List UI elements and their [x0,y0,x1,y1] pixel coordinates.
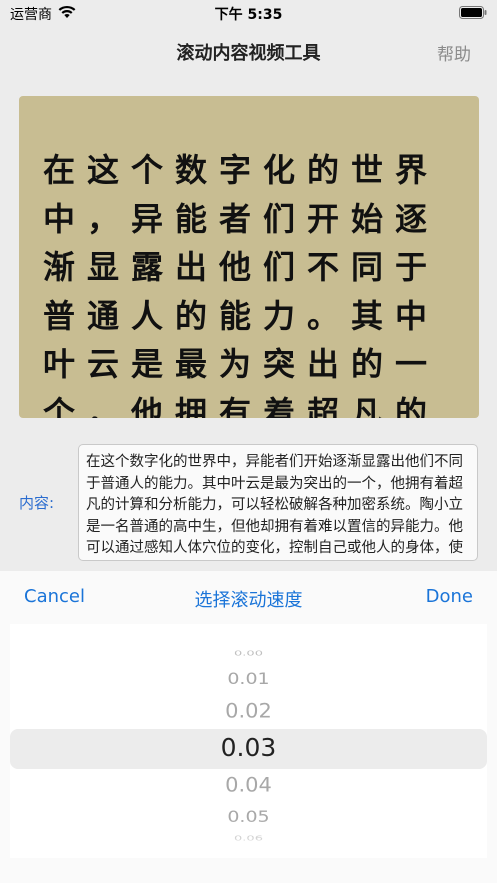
picker-option-selected[interactable]: 0.03 [10,733,487,762]
preview-text: 在这个数字化的世界中，异能者们开始逐渐显露出他们不同于普通人的能力。其中叶云是最… [43,151,440,418]
scroll-preview: 在这个数字化的世界中，异能者们开始逐渐显露出他们不同于普通人的能力。其中叶云是最… [19,96,479,418]
content-textarea[interactable]: 在这个数字化的世界中，异能者们开始逐渐显露出他们不同于普通人的能力。其中叶云是最… [78,444,478,561]
picker-option[interactable]: 0.02 [10,700,487,723]
picker-option[interactable]: 0.01 [10,670,487,689]
picker-fade-top [10,624,487,664]
picker-title: 选择滚动速度 [194,590,303,611]
battery-icon [459,6,487,19]
picker-toolbar: Cancel 选择滚动速度 Done [0,571,497,625]
navigation-bar: 滚动内容视频工具 帮助 [0,26,497,76]
content-label: 内容: [19,494,55,512]
speed-picker-wheel[interactable]: 0.000.010.020.030.040.050.06 [10,624,487,858]
picker-option[interactable]: 0.04 [10,774,487,797]
page-title: 滚动内容视频工具 [176,43,321,64]
status-time: 下午 5:35 [214,7,283,23]
help-button[interactable]: 帮助 [437,40,471,65]
status-bar: 运营商 下午 5:35 [0,0,497,26]
speed-picker-sheet: Cancel 选择滚动速度 Done 0.000.010.020.030.040… [0,571,497,883]
done-button[interactable]: Done [426,586,473,607]
picker-fade-bottom [10,818,487,858]
